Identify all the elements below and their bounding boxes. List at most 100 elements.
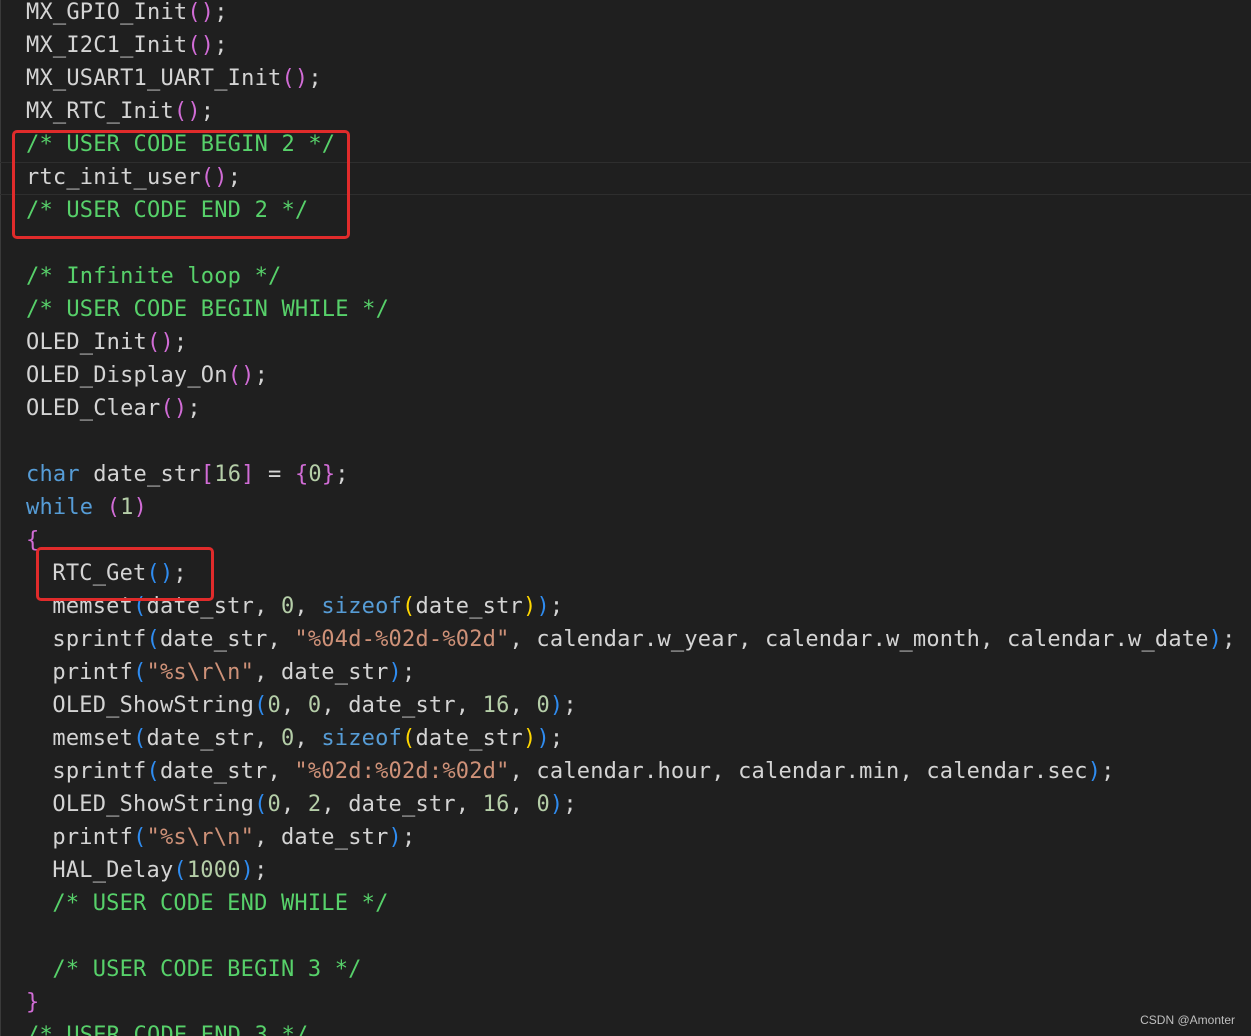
code-editor[interactable]: MX_GPIO_Init(); MX_I2C1_Init(); MX_USART1_… xyxy=(0,0,1251,1036)
highlight-box-rtc-get xyxy=(36,547,214,601)
code-token: "%02d:%02d:%02d" xyxy=(294,759,510,784)
code-token: ( xyxy=(401,726,416,751)
code-token: , xyxy=(294,726,322,751)
code-token: ) xyxy=(523,726,537,751)
code-token: , calendar.hour, calendar.min, calendar.… xyxy=(509,759,1088,784)
code-token: ( xyxy=(133,726,147,751)
code-token: ; xyxy=(1101,759,1115,784)
code-line[interactable]: char date_str[16] = {0}; xyxy=(26,458,349,491)
code-token: 2 xyxy=(307,792,322,817)
code-token: 16 xyxy=(482,693,510,718)
code-token: /* USER CODE BEGIN 3 */ xyxy=(52,957,362,982)
code-token: ; xyxy=(563,693,577,718)
code-token: ; xyxy=(335,462,349,487)
code-token: "%04d-%02d-%02d" xyxy=(294,627,510,652)
code-token: OLED_ShowString xyxy=(52,792,255,817)
code-token: 0 xyxy=(267,792,281,817)
code-token: /* USER CODE END 3 */ xyxy=(26,1023,309,1036)
code-token: sizeof xyxy=(321,594,402,619)
code-token: ( xyxy=(401,594,416,619)
code-token: sprintf xyxy=(52,759,147,784)
code-token: ) xyxy=(523,594,537,619)
code-token: , date_str, xyxy=(321,693,483,718)
code-token: 0 xyxy=(280,594,295,619)
code-token: while xyxy=(26,495,94,520)
code-token: MX_I2C1_Init xyxy=(26,33,188,58)
code-token: ; xyxy=(1222,627,1236,652)
code-token: OLED_ShowString xyxy=(52,693,255,718)
code-token: ( xyxy=(173,858,187,883)
code-token: OLED_Display_On xyxy=(26,363,228,388)
code-line[interactable]: MX_USART1_UART_Init(); xyxy=(26,62,322,95)
code-token: 0 xyxy=(267,693,281,718)
code-token: ; xyxy=(214,33,228,58)
code-line[interactable]: printf("%s\r\n", date_str); xyxy=(52,821,415,854)
code-token: 1000 xyxy=(186,858,241,883)
code-token: /* USER CODE END WHILE */ xyxy=(52,891,389,916)
code-token: } xyxy=(321,462,336,487)
code-token: /* USER CODE BEGIN WHILE */ xyxy=(26,297,390,322)
code-token: date_str, xyxy=(159,759,295,784)
watermark: CSDN @Amonter xyxy=(1140,1013,1235,1027)
code-line[interactable]: /* USER CODE END 3 */ xyxy=(26,1019,308,1036)
code-token: { xyxy=(294,462,309,487)
code-token: ( xyxy=(146,759,160,784)
code-token: ( xyxy=(254,792,268,817)
code-line[interactable]: sprintf(date_str, "%04d-%02d-%02d", cale… xyxy=(52,623,1235,656)
code-line[interactable]: OLED_ShowString(0, 2, date_str, 16, 0); xyxy=(52,788,576,821)
code-line[interactable]: printf("%s\r\n", date_str); xyxy=(52,656,415,689)
code-line[interactable]: OLED_Clear(); xyxy=(26,392,201,425)
code-token: ( xyxy=(146,627,160,652)
highlight-box-user-code-2 xyxy=(12,130,350,239)
code-line[interactable]: memset(date_str, 0, sizeof(date_str)); xyxy=(52,722,563,755)
code-token: } xyxy=(26,990,40,1015)
code-token: date_str, xyxy=(159,627,295,652)
code-token: "%s\r\n" xyxy=(146,660,255,685)
code-line[interactable]: /* USER CODE END WHILE */ xyxy=(52,887,388,920)
code-token: , xyxy=(509,792,537,817)
code-line[interactable]: /* USER CODE BEGIN WHILE */ xyxy=(26,293,389,326)
code-line[interactable]: OLED_Display_On(); xyxy=(26,359,268,392)
code-token: ( xyxy=(133,825,147,850)
code-token: date_str xyxy=(415,726,523,751)
code-token: , xyxy=(509,693,537,718)
code-token: () xyxy=(281,66,309,91)
code-token: ; xyxy=(563,792,577,817)
code-line[interactable]: OLED_ShowString(0, 0, date_str, 16, 0); xyxy=(52,689,576,722)
code-line[interactable]: MX_I2C1_Init(); xyxy=(26,29,228,62)
code-token: = xyxy=(254,462,295,487)
code-token: ( xyxy=(133,660,147,685)
code-token: 0 xyxy=(307,693,322,718)
code-line[interactable]: while (1) xyxy=(26,491,147,524)
code-token: ; xyxy=(173,330,188,355)
code-line[interactable]: } xyxy=(26,986,39,1019)
code-token: () xyxy=(187,0,215,25)
code-token: ( xyxy=(254,693,268,718)
code-token: () xyxy=(227,363,255,388)
code-token: ) xyxy=(133,495,148,520)
code-token: , xyxy=(294,594,322,619)
code-token: ; xyxy=(254,858,268,883)
code-line[interactable]: /* USER CODE BEGIN 3 */ xyxy=(52,953,361,986)
code-line[interactable]: /* Infinite loop */ xyxy=(26,260,281,293)
code-line[interactable]: HAL_Delay(1000); xyxy=(52,854,267,887)
code-line[interactable]: OLED_Init(); xyxy=(26,326,187,359)
code-token: date_str xyxy=(79,462,201,487)
code-token: , date_str xyxy=(254,825,389,850)
code-token: MX_GPIO_Init xyxy=(26,0,188,25)
code-token: 16 xyxy=(482,792,510,817)
code-token: , calendar.w_year, calendar.w_month, cal… xyxy=(509,627,1209,652)
code-token: ; xyxy=(401,660,416,685)
code-token: MX_RTC_Init xyxy=(26,99,174,124)
code-token: ] xyxy=(241,462,255,487)
code-token: ; xyxy=(200,99,215,124)
code-token: ; xyxy=(187,396,201,421)
code-token: 0 xyxy=(536,792,550,817)
code-token: printf xyxy=(52,660,134,685)
code-token: 0 xyxy=(536,693,550,718)
code-line[interactable]: MX_RTC_Init(); xyxy=(26,95,214,128)
code-token: OLED_Init xyxy=(26,330,148,355)
code-line[interactable]: MX_GPIO_Init(); xyxy=(26,0,228,29)
code-line[interactable]: sprintf(date_str, "%02d:%02d:%02d", cale… xyxy=(52,755,1114,788)
